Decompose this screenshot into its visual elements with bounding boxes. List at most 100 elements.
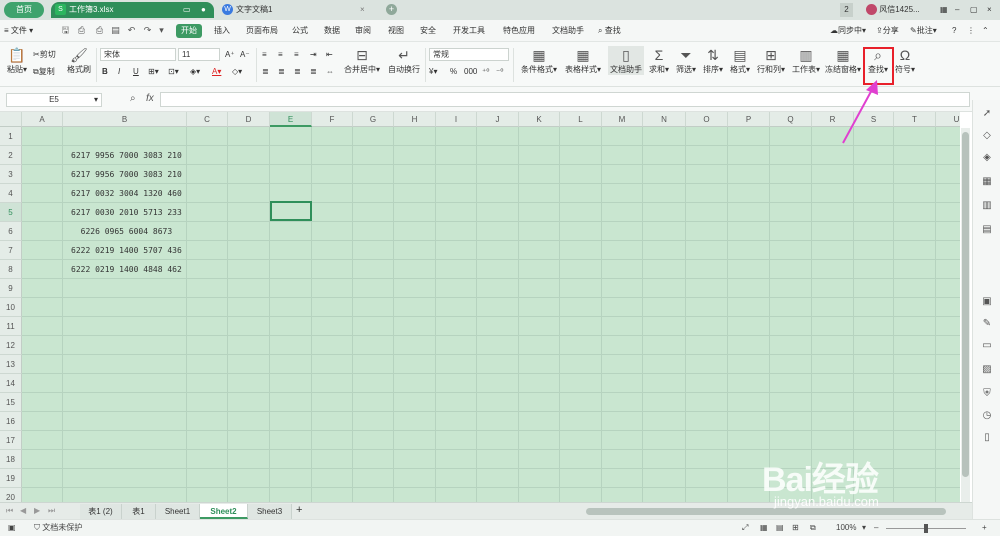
cell-fill-icon[interactable]: ⊡▾ xyxy=(168,65,179,79)
save-icon[interactable]: 🖫 xyxy=(60,25,71,36)
zoom-out-icon[interactable]: – xyxy=(874,520,878,536)
distribute-icon[interactable]: ⇔ xyxy=(326,65,334,79)
doc-assistant-button[interactable]: ▯ 文档助手 xyxy=(608,46,644,75)
shapes-icon[interactable]: ◇ xyxy=(981,130,993,142)
column-header[interactable]: J xyxy=(477,112,519,127)
menu-file[interactable]: ≡ 文件 ▾ xyxy=(4,24,33,38)
cell-b[interactable]: 6217 0030 2010 5713 233 xyxy=(71,203,182,222)
maximize-icon[interactable]: ▢ xyxy=(970,3,978,17)
fx-button[interactable]: fx xyxy=(146,93,154,104)
cell-b[interactable]: 6222 0219 1400 4848 462 xyxy=(71,260,182,279)
column-header[interactable]: P xyxy=(728,112,770,127)
row-header[interactable]: 11 xyxy=(0,317,22,336)
image-icon[interactable]: ▨ xyxy=(981,364,993,376)
row-header[interactable]: 15 xyxy=(0,393,22,412)
vertical-scroll-thumb[interactable] xyxy=(962,132,969,477)
cut-button[interactable]: ✂剪切 xyxy=(33,48,56,62)
clear-icon[interactable]: ◇▾ xyxy=(232,65,242,79)
tab-review[interactable]: 审阅 xyxy=(355,24,371,38)
row-header[interactable]: 1 xyxy=(0,127,22,146)
row-header[interactable]: 20 xyxy=(0,488,22,502)
tab-developer[interactable]: 开发工具 xyxy=(453,24,485,38)
name-box[interactable]: E5 ▾ xyxy=(6,93,102,107)
chevron-down-icon[interactable]: ▾ xyxy=(156,25,167,36)
page-count-badge[interactable]: 2 xyxy=(840,3,853,17)
number-format-select[interactable]: 常规 xyxy=(429,48,509,61)
zoom-level[interactable]: 100% xyxy=(836,520,856,536)
bar-chart-icon[interactable]: ▤ xyxy=(981,224,993,236)
copy-button[interactable]: ⧉复制 xyxy=(33,65,55,79)
sum-button[interactable]: Σ 求和▾ xyxy=(648,46,670,75)
column-header[interactable]: U xyxy=(936,112,960,127)
indent-icon[interactable]: ⇥ xyxy=(310,48,317,62)
edit-icon[interactable]: ✎ xyxy=(981,318,993,330)
dot-icon[interactable]: ● xyxy=(201,2,206,18)
tab-start[interactable]: 开始 xyxy=(176,24,202,38)
close-icon[interactable]: × xyxy=(360,2,365,18)
row-header[interactable]: 14 xyxy=(0,374,22,393)
tab-data[interactable]: 数据 xyxy=(324,24,340,38)
column-header[interactable]: S xyxy=(854,112,894,127)
italic-icon[interactable]: I xyxy=(118,65,120,79)
tab-workbook[interactable]: S 工作簿3.xlsx ▭ ● xyxy=(51,2,214,18)
align-top-icon[interactable]: ≡ xyxy=(262,48,267,62)
zoom-chevron-icon[interactable]: ▾ xyxy=(862,520,866,536)
filter-button[interactable]: ⏷ 筛选▾ xyxy=(674,46,698,75)
freeze-panes-button[interactable]: ▦ 冻结窗格▾ xyxy=(824,46,862,75)
worksheet-button[interactable]: ▥ 工作表▾ xyxy=(790,46,822,75)
protect-status[interactable]: ⛉ 文档未保护 xyxy=(34,520,82,536)
zoom-formula-icon[interactable]: ⌕ xyxy=(130,93,136,104)
percent-icon[interactable]: % xyxy=(450,65,457,79)
last-sheet-icon[interactable]: ⏭ xyxy=(48,504,55,518)
row-header[interactable]: 5 xyxy=(0,203,22,222)
add-sheet-button[interactable]: + xyxy=(296,503,302,517)
table-icon[interactable]: ▦ xyxy=(981,176,993,188)
thousands-icon[interactable]: 000 xyxy=(464,65,477,79)
row-col-button[interactable]: ⊞ 行和列▾ xyxy=(755,46,787,75)
tab-doc-assistant[interactable]: 文档助手 xyxy=(552,24,584,38)
column-header[interactable]: F xyxy=(312,112,353,127)
sort-button[interactable]: ⇅ 排序▾ xyxy=(701,46,725,75)
align-center-icon[interactable]: ≣ xyxy=(278,65,285,79)
font-color-icon[interactable]: A▾ xyxy=(212,65,221,79)
column-header[interactable]: B xyxy=(63,112,187,127)
column-header[interactable]: Q xyxy=(770,112,812,127)
sheet-tab-table1-copy[interactable]: 表1 (2) xyxy=(80,504,122,519)
zoom-in-icon[interactable]: + xyxy=(982,520,987,536)
bold-icon[interactable]: B xyxy=(102,65,108,79)
tab-formulas[interactable]: 公式 xyxy=(292,24,308,38)
symbol-button[interactable]: Ω 符号▾ xyxy=(893,46,917,75)
next-sheet-icon[interactable]: ▶ xyxy=(34,504,40,518)
outdent-icon[interactable]: ⇤ xyxy=(326,48,333,62)
minimize-icon[interactable]: – xyxy=(955,3,959,17)
row-header[interactable]: 18 xyxy=(0,450,22,469)
sheet-tab-sheet2[interactable]: Sheet2 xyxy=(200,504,248,519)
more-icon[interactable]: ⋮ xyxy=(967,24,975,38)
increase-decimal-icon[interactable]: ⁺⁰ xyxy=(482,65,489,79)
justify-icon[interactable]: ≣ xyxy=(310,65,317,79)
column-header[interactable]: T xyxy=(894,112,936,127)
macro-icon[interactable]: ▣ xyxy=(8,520,16,536)
comment-button[interactable]: ✎批注▾ xyxy=(910,24,937,38)
align-middle-icon[interactable]: ≡ xyxy=(278,48,283,62)
history-icon[interactable]: ◷ xyxy=(981,410,993,422)
sheet-tab-sheet1[interactable]: Sheet1 xyxy=(156,504,200,519)
column-header[interactable]: R xyxy=(812,112,854,127)
prev-sheet-icon[interactable]: ◀ xyxy=(20,504,26,518)
formula-input[interactable] xyxy=(160,92,970,107)
export-icon[interactable]: ▤ xyxy=(110,25,121,36)
row-header[interactable]: 8 xyxy=(0,260,22,279)
font-size-select[interactable]: 11 xyxy=(178,48,220,61)
search-button[interactable]: ⌕ 查找 xyxy=(598,24,621,38)
decrease-decimal-icon[interactable]: ⁻⁰ xyxy=(496,65,503,79)
cell-b[interactable]: 6217 9956 7000 3083 210 xyxy=(71,146,182,165)
fullscreen-icon[interactable]: ⤢ xyxy=(742,520,748,536)
cell-b[interactable]: 6217 0032 3004 1320 460 xyxy=(71,184,182,203)
column-header[interactable]: O xyxy=(686,112,728,127)
currency-icon[interactable]: ¥▾ xyxy=(429,65,437,79)
row-header[interactable]: 13 xyxy=(0,355,22,374)
cursor-icon[interactable]: ➚ xyxy=(981,108,993,120)
shield-icon[interactable]: ⛨ xyxy=(981,388,993,400)
help-icon[interactable]: ? xyxy=(952,24,956,38)
font-name-select[interactable]: 宋体 xyxy=(100,48,176,61)
